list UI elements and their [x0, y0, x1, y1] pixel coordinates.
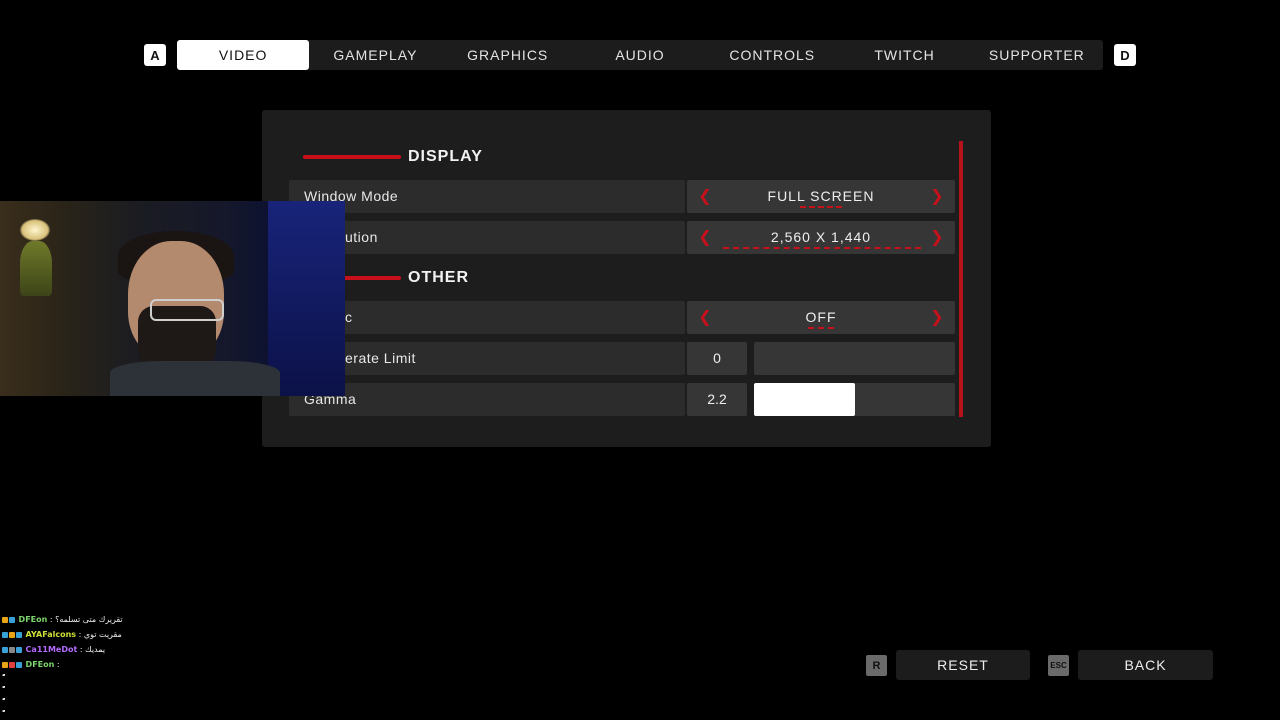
framerate-limit-slider[interactable]	[754, 342, 955, 375]
chat-message: DFEon : تقريرك متى تسلمه؟	[2, 612, 322, 627]
vsync-selector[interactable]: ❮ OFF ❯	[687, 301, 955, 334]
badge-icon	[2, 631, 8, 638]
resolution-selector[interactable]: ❮ 2,560 X 1,440 ❯	[687, 221, 955, 254]
key-hint-r: R	[866, 655, 887, 676]
streamer-shirt	[110, 361, 280, 396]
key-hint-a: A	[144, 44, 166, 66]
chat-message: Ca11MeDot : يمديك	[2, 642, 322, 657]
setting-row-framerate-limit: erate Limit 0	[289, 342, 955, 375]
badge-icon	[2, 616, 8, 623]
chat-message: AYAFalcons : مقريت توي	[2, 627, 322, 642]
tab-controls[interactable]: CONTROLS	[706, 40, 838, 70]
framerate-limit-value[interactable]: 0	[687, 342, 747, 375]
chat-username: DFEon	[18, 615, 48, 624]
badge-icon	[9, 616, 15, 623]
chevron-right-icon[interactable]: ❯	[927, 301, 947, 334]
setting-row-resolution: ution ❮ 2,560 X 1,440 ❯	[289, 221, 955, 254]
tab-twitch[interactable]: TWITCH	[838, 40, 970, 70]
tab-graphics[interactable]: GRAPHICS	[442, 40, 574, 70]
badge-icon	[2, 646, 8, 653]
chat-spam-line: ًًًًًًًًًًًًًًًًًًًًًًًًًًًًًًًًًًًًًًًً…	[2, 696, 322, 708]
section-accent-line	[303, 155, 401, 159]
chat-username: Ca11MeDot	[25, 645, 78, 654]
chat-text: يمديك	[85, 645, 106, 654]
chat-spam-line: ًًًًًًًًًًًًًًًًًًًًًًًًًً	[2, 684, 322, 696]
badge-icon	[9, 646, 15, 653]
setting-row-gamma: Gamma 2.2	[289, 383, 955, 416]
lamp	[20, 219, 50, 241]
chat-message: DFEon :	[2, 657, 322, 672]
gamma-value[interactable]: 2.2	[687, 383, 747, 416]
settings-tab-bar: VIDEO GAMEPLAY GRAPHICS AUDIO CONTROLS T…	[177, 40, 1103, 70]
chat-username: DFEon	[25, 660, 55, 669]
option-indicator	[723, 247, 921, 249]
key-hint-d: D	[1114, 44, 1136, 66]
setting-label-resolution: ution	[345, 229, 378, 245]
chevron-right-icon[interactable]: ❯	[927, 180, 947, 213]
chat-text: تقريرك متى تسلمه؟	[55, 615, 123, 624]
chat-separator: :	[77, 645, 86, 654]
gamma-slider[interactable]	[754, 383, 955, 416]
chat-spam-line: ًًًًًًًًًًًًًًًًًًًًًًًًًًًًًًًًًًًًًًًً…	[2, 672, 322, 684]
setting-row-vsync: c ❮ OFF ❯	[289, 301, 955, 334]
plant	[20, 241, 52, 296]
chat-separator: :	[47, 615, 56, 624]
option-indicator	[808, 327, 834, 329]
reset-button[interactable]: RESET	[896, 650, 1030, 680]
badge-icon	[2, 661, 8, 668]
section-title-display: DISPLAY	[408, 148, 483, 165]
section-title-other: OTHER	[408, 269, 469, 286]
chat-separator: :	[54, 660, 60, 669]
option-indicator	[800, 206, 842, 208]
tab-audio[interactable]: AUDIO	[574, 40, 706, 70]
tab-supporter[interactable]: SUPPORTER	[971, 40, 1103, 70]
tab-gameplay[interactable]: GAMEPLAY	[309, 40, 441, 70]
key-hint-esc: ESC	[1048, 655, 1069, 676]
webcam-overlay	[0, 201, 345, 396]
chat-spam-line: ًًًًًًًًًًًًًًًًًًًًًًًًًً	[2, 708, 322, 720]
setting-row-window-mode: Window Mode ❮ FULL SCREEN ❯	[289, 180, 955, 213]
section-display: DISPLAY	[303, 146, 483, 168]
streamer-glasses	[150, 299, 224, 321]
window-mode-selector[interactable]: ❮ FULL SCREEN ❯	[687, 180, 955, 213]
badge-icon	[9, 631, 15, 638]
resolution-value: 2,560 X 1,440	[770, 229, 872, 245]
chat-username: AYAFalcons	[25, 630, 77, 639]
background-wall	[268, 201, 345, 396]
badge-icon	[16, 631, 22, 638]
chevron-right-icon[interactable]: ❯	[927, 221, 947, 254]
slider-fill	[754, 383, 855, 416]
badge-icon	[16, 661, 22, 668]
badge-icon	[9, 661, 15, 668]
chat-separator: :	[76, 630, 84, 639]
window-mode-value: FULL SCREEN	[767, 188, 875, 204]
stream-chat: DFEon : تقريرك متى تسلمه؟ AYAFalcons : م…	[2, 612, 322, 720]
scrollbar[interactable]	[959, 141, 963, 417]
tab-video[interactable]: VIDEO	[177, 40, 310, 70]
setting-label-framerate-limit: erate Limit	[345, 350, 416, 366]
vsync-value: OFF	[805, 309, 837, 325]
badge-icon	[16, 646, 22, 653]
setting-label-vsync: c	[345, 309, 353, 325]
chat-text: مقريت توي	[83, 630, 122, 639]
back-button[interactable]: BACK	[1078, 650, 1213, 680]
